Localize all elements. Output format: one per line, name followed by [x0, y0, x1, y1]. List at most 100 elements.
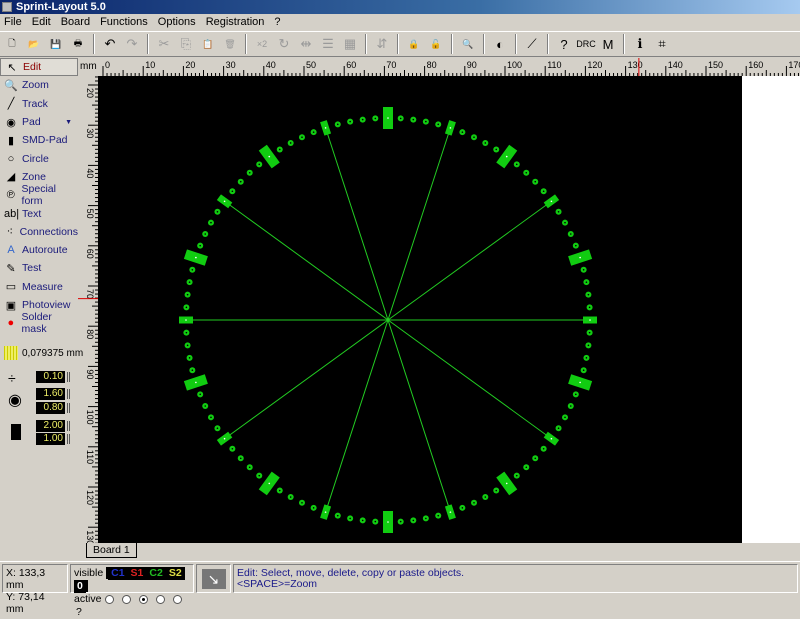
menu-registration[interactable]: Registration — [206, 14, 265, 31]
autoroute-button[interactable]: ⟋ — [523, 35, 541, 53]
pad-center — [449, 127, 452, 129]
pad-size-icon: ◉ — [8, 392, 22, 409]
pad-hole — [412, 118, 415, 121]
tab-board-1[interactable]: Board 1 — [86, 543, 137, 558]
info-button[interactable]: ℹ — [631, 35, 649, 53]
track[interactable] — [387, 200, 552, 321]
track[interactable] — [325, 319, 389, 513]
pad-inner-spin[interactable] — [67, 403, 70, 413]
active-layer-radio-c2[interactable] — [139, 594, 149, 604]
track[interactable] — [325, 127, 389, 321]
menu-file[interactable]: File — [4, 14, 22, 31]
cut-button[interactable]: ✂ — [155, 35, 173, 53]
layer-help[interactable]: ? — [76, 606, 82, 618]
track[interactable] — [224, 319, 389, 440]
pad-hole — [289, 142, 292, 144]
track-width-spin[interactable] — [67, 372, 70, 382]
track-mode-icon[interactable]: ↘ — [201, 568, 226, 589]
active-layer-radio-s1[interactable] — [122, 594, 132, 604]
cursor-coordinates: X: 133,3 mm Y: 73,14 mm — [2, 564, 68, 615]
menu-help[interactable]: ? — [274, 14, 280, 31]
open-button[interactable]: 📂 — [25, 35, 43, 53]
duplicate-button[interactable]: ×2 — [253, 35, 271, 53]
pad-hole — [484, 496, 487, 498]
group-button[interactable]: ▦ — [341, 35, 359, 53]
pad-hole — [278, 489, 281, 492]
smd-height-field[interactable]: 1.00 — [36, 433, 65, 445]
pad-hole — [239, 180, 242, 183]
drc-button[interactable]: DRC — [576, 35, 596, 53]
text-icon: ab| — [4, 207, 20, 220]
pad-inner-field[interactable]: 0.80 — [36, 402, 65, 414]
tool-label: Edit — [23, 61, 42, 74]
transparent-button[interactable]: ◐ — [491, 35, 509, 53]
layer-s2-toggle[interactable]: S2 — [165, 567, 185, 580]
save-button[interactable]: 💾 — [47, 35, 65, 53]
pad-dropdown-arrow-icon[interactable]: ▼ — [65, 119, 72, 126]
layer-s1-toggle[interactable]: S1 — [127, 567, 147, 580]
tool-smd-pad[interactable]: ▮ SMD-Pad — [0, 131, 78, 149]
grid-size[interactable]: 0,079375 mm — [22, 348, 83, 359]
lock-button[interactable]: 🔒 — [405, 35, 423, 53]
layer-c2-toggle[interactable]: C2 — [146, 567, 166, 580]
smd-width-spin[interactable] — [67, 421, 70, 431]
tool-autoroute[interactable]: A Autoroute — [0, 241, 78, 259]
layer-button[interactable]: ⇵ — [373, 35, 391, 53]
track[interactable] — [387, 319, 552, 440]
board-canvas[interactable] — [98, 76, 742, 543]
undo-button[interactable]: ↶ — [101, 35, 119, 53]
ruler-label: 110 — [85, 450, 95, 464]
smd-height-spin[interactable] — [67, 434, 70, 444]
track[interactable] — [387, 127, 451, 321]
unlock-button[interactable]: 🔓 — [427, 35, 445, 53]
pad-hole — [248, 466, 251, 469]
pad-hole — [374, 520, 377, 523]
mirror-button[interactable]: ⇹ — [297, 35, 315, 53]
menu-edit[interactable]: Edit — [32, 14, 51, 31]
track-width-field[interactable]: 0.10 — [36, 371, 65, 383]
pad-hole — [525, 171, 528, 174]
new-button[interactable]: 🗋 — [3, 35, 21, 53]
smd-width-field[interactable]: 2.00 — [36, 420, 65, 432]
left-ruler[interactable]: 20 30 40 50 60 70 80 90 100 110 120 130 — [78, 76, 98, 543]
layer-0-toggle[interactable]: 0 — [74, 580, 86, 593]
tool-special-form[interactable]: ℗ Special form — [0, 183, 78, 207]
menu-board[interactable]: Board — [61, 14, 90, 31]
paste-button[interactable]: 📋 — [199, 35, 217, 53]
macro-button[interactable]: M — [599, 35, 617, 53]
pad-outer-spin[interactable] — [67, 389, 70, 399]
zoom-button[interactable]: 🔍 — [459, 35, 477, 53]
tool-measure[interactable]: ▭ Measure — [0, 278, 78, 296]
measure-icon: ▭ — [5, 281, 17, 294]
pad-outer-field[interactable]: 1.60 — [36, 388, 65, 400]
print-button[interactable]: 🖶 — [69, 35, 87, 53]
active-layer-radio-c1[interactable] — [105, 594, 115, 604]
tool-zoom[interactable]: 🔍 Zoom — [0, 76, 78, 94]
tool-pad[interactable]: ◉ Pad ▼ — [0, 113, 78, 131]
copy-button[interactable]: ⎘ — [177, 35, 195, 53]
delete-button[interactable]: 🗑 — [221, 35, 239, 53]
redo-button[interactable]: ↷ — [123, 35, 141, 53]
pad-hole — [349, 120, 351, 123]
tool-track[interactable]: ╱ Track — [0, 95, 78, 113]
active-layer-radio-s2[interactable] — [156, 594, 166, 604]
tool-edit[interactable]: ↖ Edit — [0, 58, 78, 77]
rotate-button[interactable]: ↻ — [275, 35, 293, 53]
crop-button[interactable]: ⌗ — [653, 35, 671, 53]
save-icon: 💾 — [50, 38, 62, 49]
pad-icon: ◉ — [6, 116, 16, 129]
active-layer-radio-0[interactable] — [173, 594, 183, 604]
test-button[interactable]: ? — [555, 35, 573, 53]
tool-test[interactable]: ✎ Test — [0, 259, 78, 277]
grid-icon[interactable] — [4, 346, 18, 360]
tool-circle[interactable]: ○ Circle — [0, 149, 78, 167]
align-button[interactable]: ☰ — [319, 35, 337, 53]
tool-connections[interactable]: ⁖ Connections — [0, 223, 78, 241]
tool-solder-mask[interactable]: ● Solder mask — [0, 311, 78, 335]
track[interactable] — [387, 319, 451, 513]
menu-options[interactable]: Options — [158, 14, 196, 31]
layer-c1-toggle[interactable]: C1 — [108, 567, 128, 580]
top-ruler[interactable]: 0 10 20 30 40 50 60 70 80 90 100 110 120 130 140 150 160… — [98, 58, 800, 76]
menu-functions[interactable]: Functions — [100, 14, 148, 31]
track[interactable] — [224, 200, 389, 321]
